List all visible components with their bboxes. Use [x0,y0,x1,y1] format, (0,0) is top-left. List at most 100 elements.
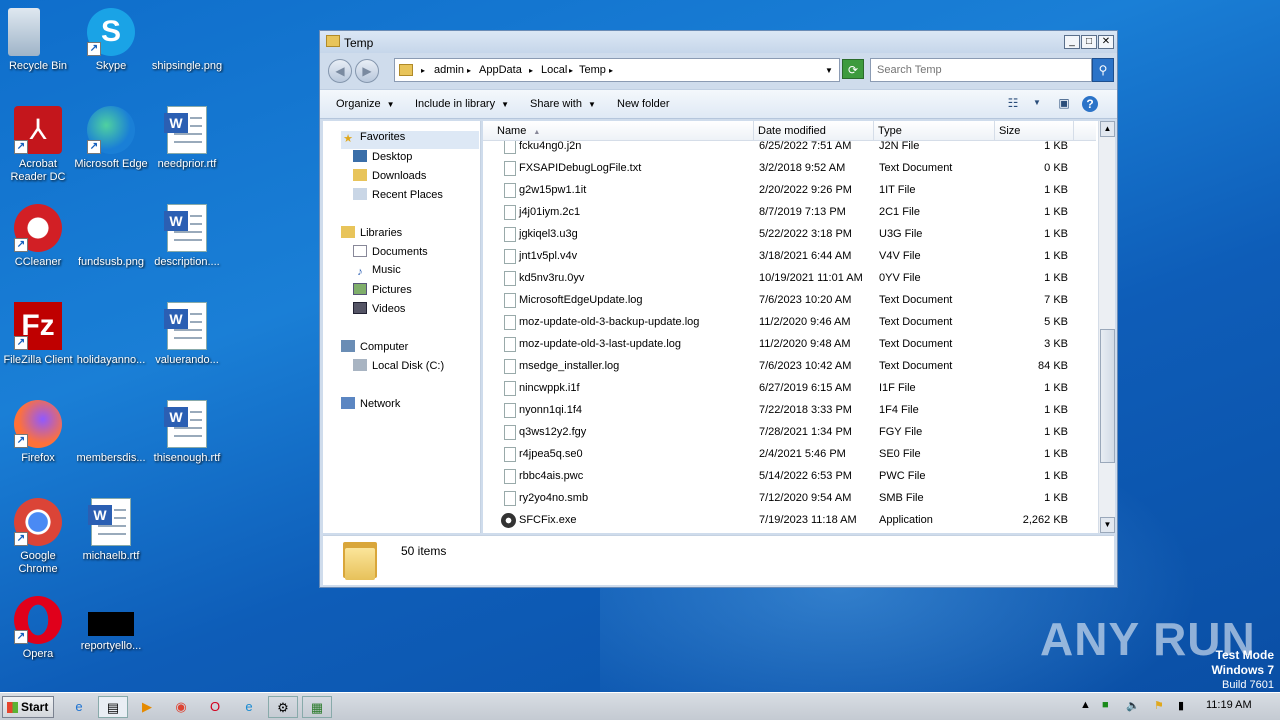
file-row[interactable]: jnt1v5pl.v4v 3/18/2021 6:44 AM V4V File 1 K… [483,246,1096,268]
ie-icon[interactable]: e [64,696,94,718]
desktop-icon-ccleaner[interactable]: ↗ CCleaner [0,204,76,269]
refresh-icon[interactable]: ⟳ [842,59,864,79]
search-icon[interactable]: ⚲ [1092,58,1114,82]
nav-libraries[interactable]: Libraries [341,226,402,244]
maximize-button[interactable]: □ [1081,35,1097,49]
vertical-scrollbar[interactable]: ▲ ▼ [1098,121,1115,533]
title-bar[interactable]: Temp _ □ ✕ [320,31,1117,53]
help-icon[interactable]: ? [1082,96,1098,112]
desktop-icon-shipsingle-png[interactable]: shipsingle.png [149,8,225,73]
minimize-button[interactable]: _ [1064,35,1080,49]
volume-icon[interactable]: 🔈 [1126,699,1140,712]
view-dropdown-icon[interactable]: ▼ [1028,98,1046,114]
close-button[interactable]: ✕ [1098,35,1114,49]
file-row[interactable]: g2w15pw1.1it 2/20/2022 9:26 PM 1IT File 1 K… [483,180,1096,202]
file-row[interactable]: moz-update-old-3-backup-update.log 11/2/2… [483,312,1096,334]
file-row[interactable]: MicrosoftEdgeUpdate.log 7/6/2023 10:20 AM… [483,290,1096,312]
include-in-library-button[interactable]: Include in library ▼ [415,98,509,110]
desktop-icon-michaelb-rtf[interactable]: Wmichaelb.rtf [73,498,149,563]
file-row[interactable]: SFCFix.exe 7/19/2023 11:18 AM Application 2… [483,510,1096,532]
scroll-up-arrow[interactable]: ▲ [1100,121,1115,137]
nav-videos[interactable]: Videos [353,302,405,320]
desktop-icon-acrobat-reader-dc[interactable]: ⅄ ↗ Acrobat Reader DC [0,106,76,184]
file-row[interactable]: r4jpea5q.se0 2/4/2021 5:46 PM SE0 File 1 KB [483,444,1096,466]
nav-downloads[interactable]: Downloads [353,169,426,187]
new-folder-button[interactable]: New folder [617,98,670,110]
search-input[interactable] [877,60,1073,80]
file-row[interactable]: nincwppk.i1f 6/27/2019 6:15 AM I1F File 1 K… [483,378,1096,400]
start-button[interactable]: Start [2,696,54,718]
column-date[interactable]: Date modified [754,121,874,141]
desktop-icon-valuerando[interactable]: Wvaluerando... [149,302,225,367]
edge-icon[interactable]: e [234,696,264,718]
chevron-right-icon[interactable]: ▸ [609,66,613,75]
chevron-right-icon[interactable]: ▸ [569,66,573,75]
file-row[interactable]: msedge_installer.log 7/6/2023 10:42 AM Tex… [483,356,1096,378]
chevron-right-icon[interactable]: ▸ [529,66,533,75]
file-row[interactable]: moz-update-old-3-last-update.log 11/2/202… [483,334,1096,356]
breadcrumb-local[interactable]: Local [541,64,567,76]
nav-computer[interactable]: Computer [341,340,408,358]
desktop-icon-holidayanno[interactable]: holidayanno... [73,302,149,367]
nav-desktop[interactable]: Desktop [353,150,412,168]
breadcrumb-temp[interactable]: Temp [579,64,606,76]
media-player-icon[interactable]: ▶ [132,696,162,718]
sfcfix-icon[interactable]: ⚙ [268,696,298,718]
explorer-icon[interactable]: ▤ [98,696,128,718]
address-bar[interactable]: ▸ admin ▸ AppData ▸ Local ▸ Temp ▸ ▼ [394,58,840,82]
chevron-right-icon[interactable]: ▸ [421,66,425,75]
scroll-down-arrow[interactable]: ▼ [1100,517,1115,533]
desktop-icon-opera[interactable]: ↗ Opera [0,596,76,661]
desktop-icon-needprior-rtf[interactable]: Wneedprior.rtf [149,106,225,171]
desktop-icon-thisenough-rtf[interactable]: Wthisenough.rtf [149,400,225,465]
nav-network[interactable]: Network [341,397,400,415]
task-manager-icon[interactable]: ▦ [302,696,332,718]
file-row[interactable]: ry2yo4no.smb 7/12/2020 9:54 AM SMB File 1 K… [483,488,1096,510]
file-row[interactable]: kd5nv3ru.0yv 10/19/2021 11:01 AM 0YV File 1… [483,268,1096,290]
share-with-button[interactable]: Share with ▼ [530,98,596,110]
desktop-icon-microsoft-edge[interactable]: ↗ Microsoft Edge [73,106,149,171]
nav-music[interactable]: ♪ Music [353,264,400,282]
desktop-icon-filezilla-client[interactable]: Fz ↗ FileZilla Client [0,302,76,367]
nav-documents[interactable]: Documents [353,245,428,263]
column-type[interactable]: Type [874,121,995,141]
desktop-icon-membersdis[interactable]: membersdis... [73,400,149,465]
network-tray-icon[interactable]: ■ [1102,699,1109,711]
file-row[interactable]: rbbc4ais.pwc 5/14/2022 6:53 PM PWC File 1 K… [483,466,1096,488]
column-size[interactable]: Size [995,121,1074,141]
back-button[interactable]: ◀ [328,59,352,83]
organize-button[interactable]: Organize ▼ [336,98,395,110]
file-row[interactable]: j4j01iym.2c1 8/7/2019 7:13 PM 2C1 File 1 KB [483,202,1096,224]
nav-local-disk[interactable]: Local Disk (C:) [353,359,444,377]
desktop-icon-reportyello[interactable]: reportyello... [73,596,149,653]
power-icon[interactable]: ▮ [1178,699,1184,712]
explorer-window[interactable]: Temp _ □ ✕ ◀ ▶ ▸ admin ▸ AppData ▸ Local… [319,30,1118,588]
desktop-icon-description[interactable]: Wdescription.... [149,204,225,269]
action-center-icon[interactable]: ⚑ [1154,699,1164,712]
forward-button[interactable]: ▶ [355,59,379,83]
scroll-thumb[interactable] [1100,329,1115,463]
clock[interactable]: 11:19 AM [1206,699,1252,711]
breadcrumb-appdata[interactable]: AppData [479,64,522,76]
file-row[interactable]: FXSAPIDebugLogFile.txt 3/2/2018 9:52 AM Te… [483,158,1096,180]
nav-favorites[interactable]: ★ Favorites [341,131,479,149]
file-row[interactable]: jgkiqel3.u3g 5/22/2022 3:18 PM U3G File 1 K… [483,224,1096,246]
desktop-icon-google-chrome[interactable]: ↗ Google Chrome [0,498,76,576]
breadcrumb-admin[interactable]: admin [434,64,464,76]
opera-icon[interactable]: O [200,696,230,718]
file-row[interactable]: nyonn1qi.1f4 7/22/2018 3:33 PM 1F4 File 1 K… [483,400,1096,422]
desktop-icon-fundsusb-png[interactable]: fundsusb.png [73,204,149,269]
desktop-icon-recycle-bin[interactable]: Recycle Bin [0,8,76,73]
view-options-icon[interactable]: ☷ [1004,96,1022,112]
file-row[interactable]: fcku4ng0.j2n 6/25/2022 7:51 AM J2N File 1 K… [483,141,1096,158]
desktop-icon-skype[interactable]: S ↗ Skype [73,8,149,73]
column-name[interactable]: Name ▲ [483,121,754,141]
tray-expand-icon[interactable]: ▲ [1080,699,1091,711]
chrome-icon[interactable]: ◉ [166,696,196,718]
nav-pictures[interactable]: Pictures [353,283,412,301]
preview-pane-icon[interactable]: ▣ [1055,96,1073,112]
address-dropdown-icon[interactable]: ▼ [825,66,833,75]
file-row[interactable]: q3ws12y2.fgy 7/28/2021 1:34 PM FGY File 1 K… [483,422,1096,444]
search-box[interactable] [870,58,1092,82]
desktop-icon-firefox[interactable]: ↗ Firefox [0,400,76,465]
